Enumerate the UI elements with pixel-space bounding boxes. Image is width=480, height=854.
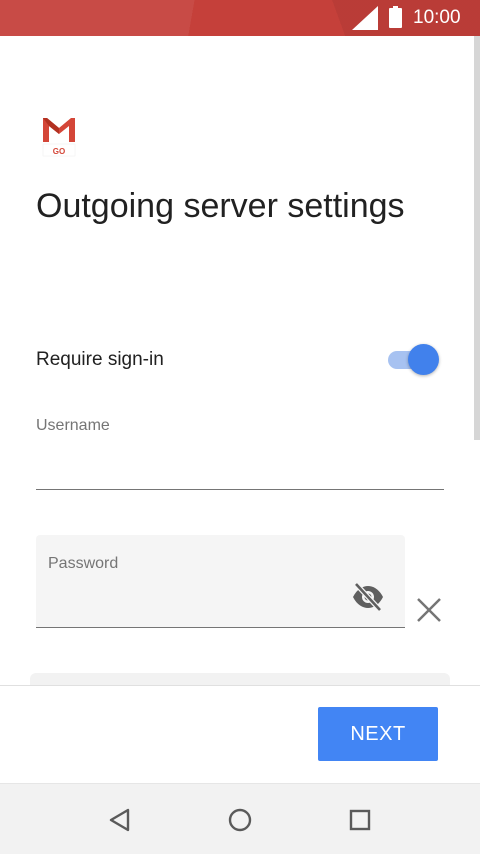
battery-icon [389,6,402,28]
signal-icon [352,6,378,30]
logo-text: GO [53,147,65,156]
navigation-bar [0,783,480,854]
toggle-thumb [408,344,439,375]
gmail-go-logo: GO [42,116,76,157]
username-label: Username [36,417,110,434]
password-field[interactable]: Password [36,535,405,628]
status-bar: 10:00 [0,0,480,36]
scrollbar[interactable] [474,36,480,440]
close-icon[interactable] [414,595,444,625]
require-signin-toggle[interactable] [386,342,442,376]
clock: 10:00 [413,7,461,28]
password-input[interactable] [48,581,348,617]
back-icon[interactable] [106,806,134,834]
require-signin-label: Require sign-in [36,349,164,370]
username-input[interactable] [36,450,444,490]
home-icon[interactable] [226,806,254,834]
page-title: Outgoing server settings [36,187,405,225]
visibility-off-icon[interactable] [351,582,385,612]
recents-icon[interactable] [346,806,374,834]
password-label: Password [48,555,119,572]
next-button[interactable]: NEXT [318,707,438,761]
